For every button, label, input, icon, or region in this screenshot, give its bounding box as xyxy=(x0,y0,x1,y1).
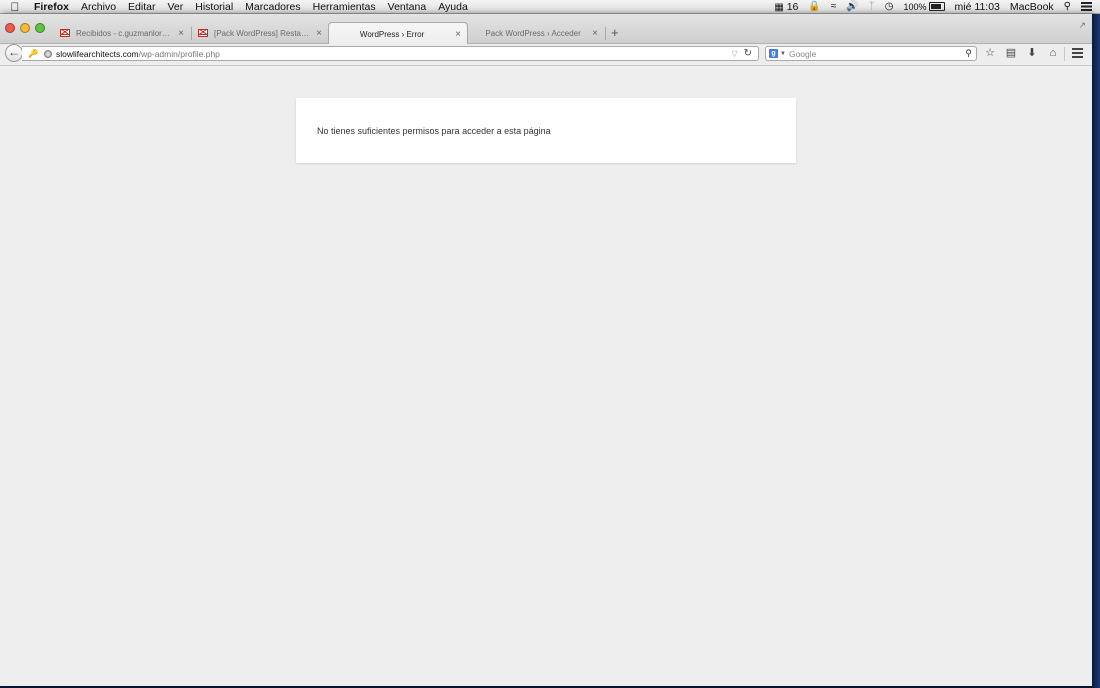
tab-title: Recibidos - c.guzmanlore... xyxy=(76,28,173,38)
menu-app-firefox[interactable]: Firefox xyxy=(30,0,75,14)
tab-close-icon[interactable]: × xyxy=(455,29,461,40)
error-message: No tienes suficientes permisos para acce… xyxy=(317,126,551,136)
menu-historial[interactable]: Historial xyxy=(189,0,239,14)
key-icon[interactable]: 🔑 xyxy=(28,49,38,58)
fullscreen-icon[interactable]: ↗ xyxy=(1078,20,1086,31)
gmail-icon xyxy=(60,29,70,37)
url-bar[interactable]: 🔑 slowlifearchitects.com/wp-admin/profil… xyxy=(22,46,759,61)
menu-ver[interactable]: Ver xyxy=(161,0,189,14)
bookmarks-menu-icon[interactable]: ▤ xyxy=(1005,46,1017,61)
toolbar-separator xyxy=(1064,47,1065,61)
time-machine-icon[interactable]: ◷ xyxy=(885,1,894,12)
page-content: No tienes suficientes permisos para acce… xyxy=(0,66,1092,686)
menu-ayuda[interactable]: Ayuda xyxy=(432,0,474,14)
home-icon[interactable]: ⌂ xyxy=(1047,46,1059,61)
tab-close-icon[interactable]: × xyxy=(316,28,322,39)
tab-title: Pack WordPress › Acceder xyxy=(485,28,581,38)
battery-status[interactable]: 100% xyxy=(904,1,945,13)
apple-menu-icon[interactable]:  xyxy=(0,0,30,14)
adobe-status-item[interactable]: ▦ 16 xyxy=(774,1,798,13)
toolbar-buttons: ☆ ▤ ⬇ ⌂ xyxy=(984,46,1059,61)
tab-bar: Recibidos - c.guzmanlore... × [Pack Word… xyxy=(0,14,1092,45)
tab-title: WordPress › Error xyxy=(359,29,425,39)
engine-dropdown-icon[interactable]: ▼ xyxy=(780,51,786,57)
window-minimize-button[interactable] xyxy=(20,23,30,33)
new-tab-button[interactable]: + xyxy=(611,25,619,40)
search-bar[interactable]: g ▼ Google ⚲ xyxy=(765,46,977,61)
back-button[interactable]: ← xyxy=(5,44,23,62)
menu-editar[interactable]: Editar xyxy=(122,0,161,14)
hamburger-menu-icon[interactable] xyxy=(1072,48,1083,58)
search-input[interactable]: Google xyxy=(789,49,965,59)
spotlight-search-icon[interactable]: ⚲ xyxy=(1064,1,1071,12)
menu-ventana[interactable]: Ventana xyxy=(382,0,433,14)
tab-gmail-pack-wordpress[interactable]: [Pack WordPress] Restable... × xyxy=(192,22,328,44)
battery-icon xyxy=(928,2,945,12)
menu-marcadores[interactable]: Marcadores xyxy=(239,0,306,14)
site-identity-icon[interactable] xyxy=(43,49,52,58)
lock-icon[interactable]: 🔒 xyxy=(808,1,820,12)
menu-herramientas[interactable]: Herramientas xyxy=(307,0,382,14)
wp-error-box: No tienes suficientes permisos para acce… xyxy=(296,98,796,163)
window-close-button[interactable] xyxy=(5,23,15,33)
tab-gmail-inbox[interactable]: Recibidos - c.guzmanlore... × xyxy=(54,22,190,44)
menubar-clock[interactable]: mié 11:03 xyxy=(955,1,1000,13)
tab-separator xyxy=(605,27,606,40)
wifi-icon[interactable]: ≈ xyxy=(831,1,837,12)
tab-title: [Pack WordPress] Restable... xyxy=(214,28,311,38)
menu-archivo[interactable]: Archivo xyxy=(75,0,122,14)
search-icon[interactable]: ⚲ xyxy=(965,48,972,59)
gmail-icon xyxy=(198,29,208,37)
url-history-dropdown-icon[interactable]: ▽ xyxy=(731,49,737,58)
notification-center-icon[interactable] xyxy=(1081,2,1092,11)
reload-icon[interactable]: ↻ xyxy=(744,48,752,59)
navigation-toolbar: ← 🔑 slowlifearchitects.com/wp-admin/prof… xyxy=(0,44,1092,66)
window-zoom-button[interactable] xyxy=(35,23,45,33)
menubar-user-name[interactable]: MacBook xyxy=(1010,1,1054,13)
window-controls xyxy=(5,23,45,33)
macos-menubar:  Firefox Archivo Editar Ver Historial M… xyxy=(0,0,1100,14)
bookmark-star-icon[interactable]: ☆ xyxy=(984,46,996,61)
bluetooth-icon[interactable]: ᛉ xyxy=(869,1,875,12)
downloads-icon[interactable]: ⬇ xyxy=(1026,46,1038,61)
desktop-background xyxy=(1092,14,1100,688)
browser-window: Recibidos - c.guzmanlore... × [Pack Word… xyxy=(0,14,1092,686)
google-engine-icon[interactable]: g xyxy=(769,49,778,58)
tab-pack-wordpress-acceder[interactable]: Pack WordPress › Acceder × xyxy=(474,22,604,44)
tab-wordpress-error[interactable]: WordPress › Error × xyxy=(328,22,468,45)
adobe-icon: ▦ xyxy=(774,1,784,13)
menubar-status-area: ▦ 16 🔒 ≈ 🔊 ᛉ ◷ 100% mié 11:03 MacBook ⚲ xyxy=(774,1,1100,13)
tab-close-icon[interactable]: × xyxy=(178,28,184,39)
url-text[interactable]: slowlifearchitects.com/wp-admin/profile.… xyxy=(56,49,220,59)
tab-close-icon[interactable]: × xyxy=(592,28,598,39)
volume-icon[interactable]: 🔊 xyxy=(846,1,858,12)
